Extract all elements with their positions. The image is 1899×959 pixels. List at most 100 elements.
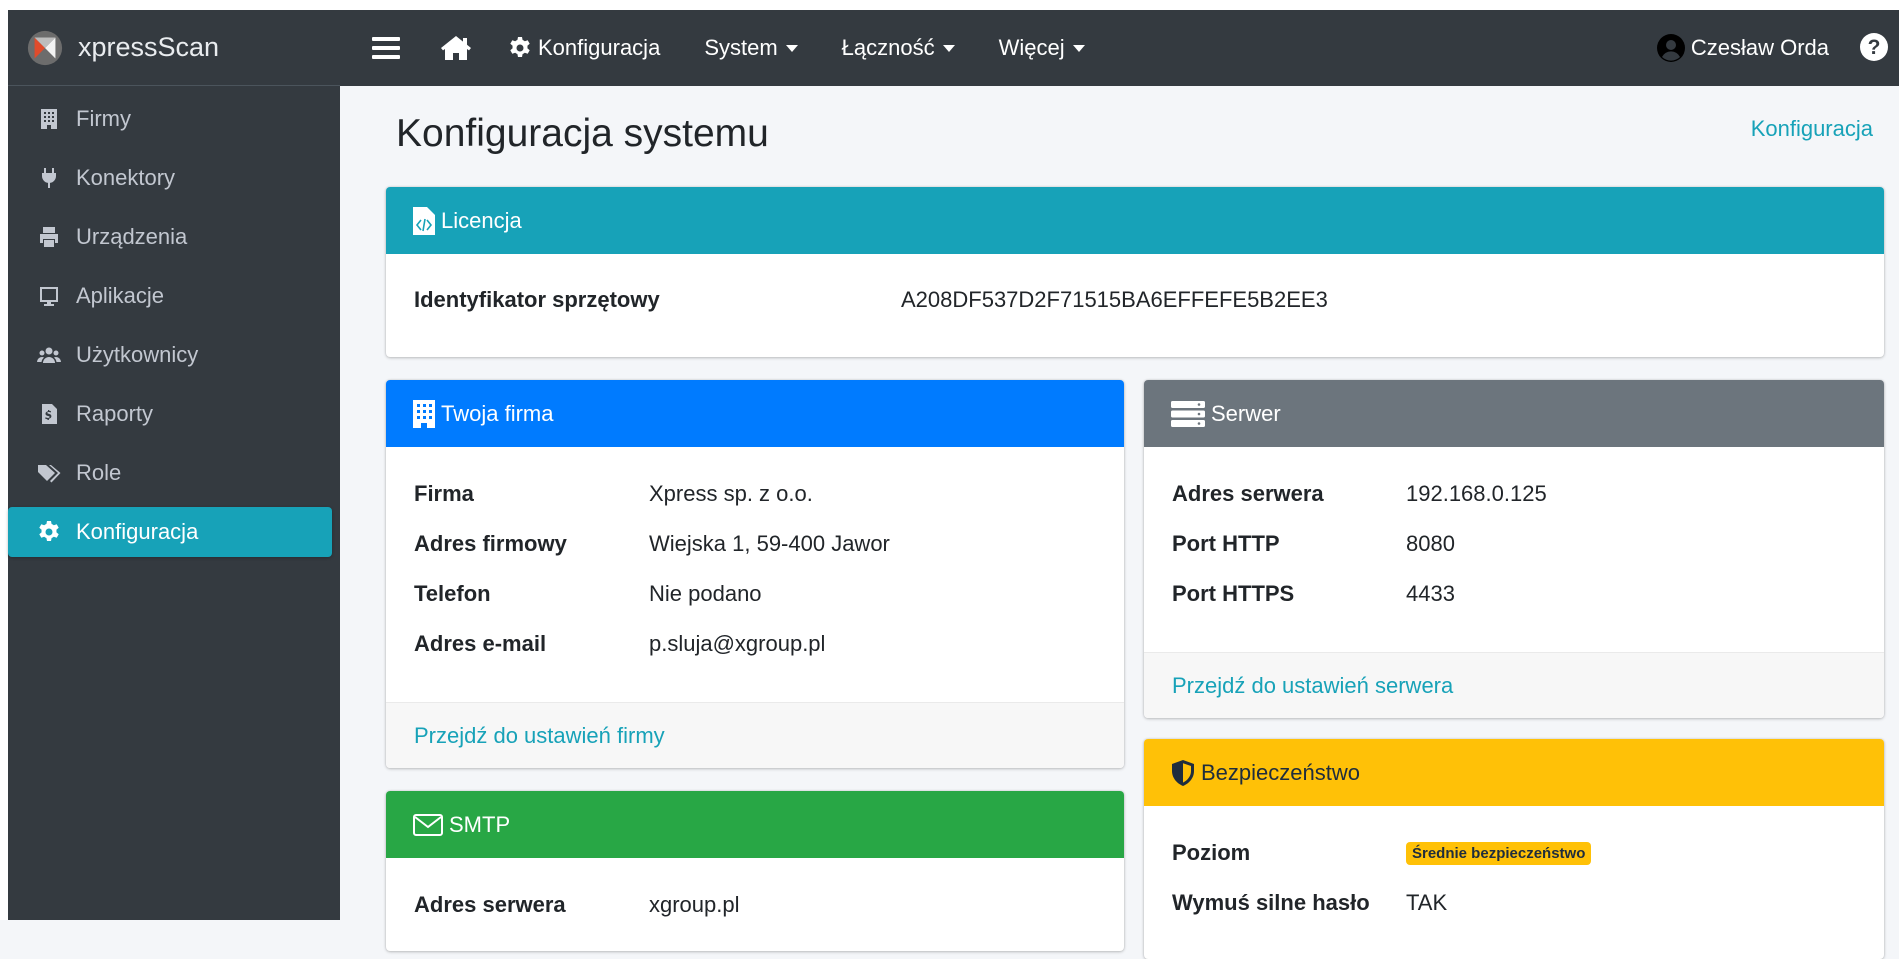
sidebar-item-label: Użytkownicy xyxy=(76,342,199,367)
sidebar-item-konfiguracja[interactable]: Konfiguracja xyxy=(8,507,332,557)
report-icon xyxy=(36,401,62,427)
shield-icon xyxy=(1172,759,1194,786)
sidebar-item-label: Urządzenia xyxy=(76,224,188,249)
smtp-row-value: xgroup.pl xyxy=(649,892,740,917)
hw-id-row: Identyfikator sprzętowy A208DF537D2F7151… xyxy=(414,275,1856,325)
user-name: Czesław Orda xyxy=(1690,35,1829,60)
tablet-icon xyxy=(36,283,62,309)
company-row: Adres e-mail p.sluja@xgroup.pl xyxy=(414,619,1096,669)
gear-icon xyxy=(510,37,530,57)
users-icon xyxy=(36,342,62,368)
server-row: Adres serwera 192.168.0.125 xyxy=(1172,469,1856,519)
company-settings-link[interactable]: Przejdź do ustawień firmy xyxy=(386,702,1124,768)
top-navbar: Konfiguracja System Łączność Więcej Czes… xyxy=(340,10,1899,86)
page-title: Konfiguracja systemu xyxy=(396,112,769,155)
nav-konfiguracja-label: Konfiguracja xyxy=(538,35,661,60)
strong-password-label: Wymuś silne hasło xyxy=(1172,890,1370,915)
company-row-label: Firma xyxy=(414,481,474,506)
company-card: Twoja firma Firma Xpress sp. z o.o. Adres… xyxy=(386,380,1124,768)
plug-icon xyxy=(36,165,62,191)
company-card-title: Twoja firma xyxy=(441,400,554,426)
sidebar-item-label: Role xyxy=(76,460,122,485)
security-card: Bezpieczeństwo Poziom Średnie bezpieczeń… xyxy=(1144,739,1884,959)
company-row: Adres firmowy Wiejska 1, 59-400 Jawor xyxy=(414,519,1096,569)
server-icon xyxy=(1171,400,1205,427)
help-button[interactable]: ? xyxy=(1859,32,1889,68)
security-level-row: Poziom Średnie bezpieczeństwo xyxy=(1172,828,1856,878)
company-row-value: p.sluja@xgroup.pl xyxy=(649,631,826,656)
user-menu[interactable]: Czesław Orda xyxy=(1656,34,1829,62)
smtp-card-header: SMTP xyxy=(386,791,1124,858)
nav-lacznosc-dropdown[interactable]: Łączność xyxy=(842,35,955,61)
home-link[interactable] xyxy=(440,35,472,61)
nav-system-dropdown[interactable]: System xyxy=(704,35,798,61)
server-settings-link[interactable]: Przejdź do ustawień serwera xyxy=(1144,652,1884,718)
nav-wiecej-label: Więcej xyxy=(998,35,1065,60)
caret-down-icon xyxy=(1072,44,1085,52)
strong-password-row: Wymuś silne hasło TAK xyxy=(1172,878,1856,928)
security-card-title: Bezpieczeństwo xyxy=(1201,759,1360,785)
sidebar: xpressScan Firmy Konektory Urządzenia Ap… xyxy=(8,10,340,920)
server-row-label: Adres serwera xyxy=(1172,481,1324,506)
main-content: Konfiguracja systemu Konfiguracja Licenc… xyxy=(340,86,1899,959)
smtp-row: Adres serwera xgroup.pl xyxy=(414,880,1096,930)
brand[interactable]: xpressScan xyxy=(8,10,340,86)
caret-down-icon xyxy=(942,44,955,52)
envelope-icon xyxy=(413,813,443,836)
sidebar-item-urzadzenia[interactable]: Urządzenia xyxy=(8,212,332,262)
sidebar-item-uzytkownicy[interactable]: Użytkownicy xyxy=(8,330,332,380)
tags-icon xyxy=(36,460,62,486)
license-card: Licencja Identyfikator sprzętowy A208DF5… xyxy=(386,187,1884,357)
brand-logo-icon xyxy=(27,30,63,65)
smtp-card-title: SMTP xyxy=(449,811,511,837)
sidebar-item-role[interactable]: Role xyxy=(8,448,332,498)
sidebar-item-konektory[interactable]: Konektory xyxy=(8,153,332,203)
company-row-value: Wiejska 1, 59-400 Jawor xyxy=(649,531,890,556)
user-circle-icon xyxy=(1656,34,1685,62)
svg-text:?: ? xyxy=(1868,36,1881,59)
server-card-header: Serwer xyxy=(1144,380,1884,447)
nav-lacznosc-label: Łączność xyxy=(841,35,935,60)
company-card-header: Twoja firma xyxy=(386,380,1124,447)
server-row-value: 192.168.0.125 xyxy=(1406,481,1547,506)
gear-icon xyxy=(36,519,62,545)
strong-password-value: TAK xyxy=(1406,890,1448,915)
sidebar-nav: Firmy Konektory Urządzenia Aplikacje Uży… xyxy=(8,94,340,557)
sidebar-item-label: Konfiguracja xyxy=(76,519,199,544)
smtp-row-label: Adres serwera xyxy=(414,892,566,917)
building-icon xyxy=(413,399,435,428)
brand-name: xpressScan xyxy=(78,32,220,62)
security-card-header: Bezpieczeństwo xyxy=(1144,739,1884,806)
nav-wiecej-dropdown[interactable]: Więcej xyxy=(999,35,1085,61)
sidebar-item-label: Raporty xyxy=(76,401,154,426)
security-level-label: Poziom xyxy=(1172,840,1251,865)
caret-down-icon xyxy=(785,44,798,52)
company-row-label: Adres firmowy xyxy=(414,531,567,556)
server-row: Port HTTPS 4433 xyxy=(1172,569,1856,619)
menu-toggle-button[interactable] xyxy=(372,36,400,60)
nav-system-label: System xyxy=(704,35,778,60)
breadcrumb-konfiguracja[interactable]: Konfiguracja xyxy=(1751,116,1873,142)
server-card-title: Serwer xyxy=(1211,400,1281,426)
company-row-value: Xpress sp. z o.o. xyxy=(649,481,813,506)
sidebar-item-firmy[interactable]: Firmy xyxy=(8,94,332,144)
nav-konfiguracja[interactable]: Konfiguracja xyxy=(508,35,660,61)
security-level-badge: Średnie bezpieczeństwo xyxy=(1406,841,1592,865)
window-frame-left xyxy=(0,0,8,920)
server-row-label: Port HTTPS xyxy=(1172,581,1295,606)
question-circle-icon: ? xyxy=(1860,33,1888,61)
server-row-label: Port HTTP xyxy=(1172,531,1280,556)
sidebar-item-label: Firmy xyxy=(76,106,131,131)
server-card: Serwer Adres serwera 192.168.0.125 Port H… xyxy=(1144,380,1884,718)
company-row: Telefon Nie podano xyxy=(414,569,1096,619)
hw-id-label: Identyfikator sprzętowy xyxy=(414,287,660,312)
license-card-title: Licencja xyxy=(441,207,522,233)
sidebar-item-label: Aplikacje xyxy=(76,283,165,308)
file-code-icon xyxy=(413,206,435,235)
server-row-value: 8080 xyxy=(1406,531,1455,556)
company-row: Firma Xpress sp. z o.o. xyxy=(414,469,1096,519)
sidebar-item-raporty[interactable]: Raporty xyxy=(8,389,332,439)
printer-icon xyxy=(36,224,62,250)
hw-id-value: A208DF537D2F71515BA6EFFEFE5B2EE3 xyxy=(901,287,1328,312)
sidebar-item-aplikacje[interactable]: Aplikacje xyxy=(8,271,332,321)
